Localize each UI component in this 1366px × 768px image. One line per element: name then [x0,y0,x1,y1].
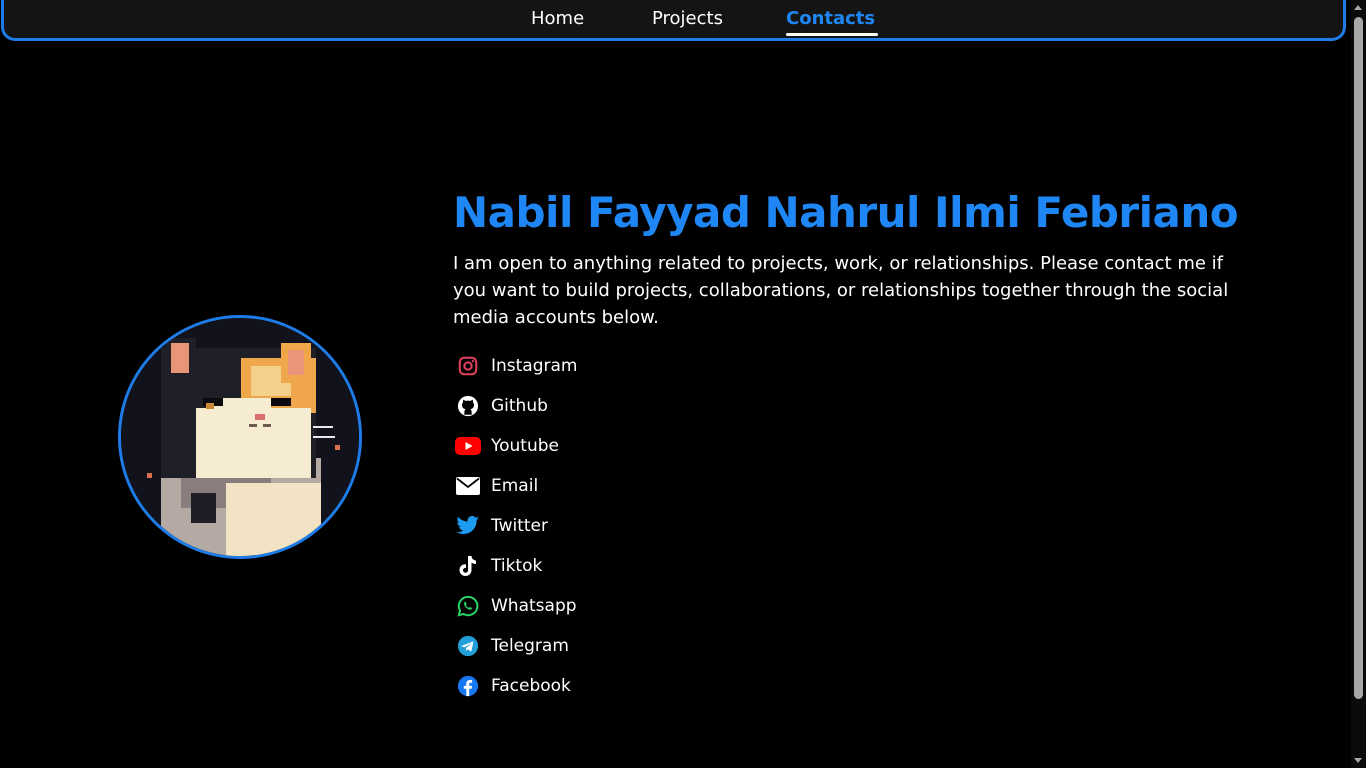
contact-label: Youtube [491,436,559,456]
profile-intro-text: I am open to anything related to project… [453,253,1229,328]
email-icon [453,474,483,498]
contact-label: Facebook [491,676,571,696]
contact-label: Whatsapp [491,596,577,616]
scroll-up-arrow-icon[interactable] [1354,5,1362,10]
contact-label: Github [491,396,548,416]
scroll-down-arrow-icon[interactable] [1354,758,1362,763]
profile-name: Nabil Fayyad Nahrul Ilmi Febriano [453,188,1239,237]
contact-label: Email [491,476,539,496]
contact-whatsapp-link[interactable]: Whatsapp [453,586,578,626]
contact-telegram-link[interactable]: Telegram [453,626,578,666]
nav-contacts-link[interactable]: Contacts [786,8,875,29]
contact-github-link[interactable]: Github [453,386,578,426]
contact-label: Tiktok [491,556,543,576]
contact-label: Telegram [491,636,569,656]
profile-avatar [118,315,362,559]
navbar: Home Projects Contacts [1,0,1346,41]
contact-youtube-link[interactable]: Youtube [453,426,578,466]
contact-label: Twitter [491,516,548,536]
contact-tiktok-link[interactable]: Tiktok [453,546,578,586]
github-icon [453,394,483,418]
contact-email-link[interactable]: Email [453,466,578,506]
facebook-icon [453,674,483,698]
nav-home-link[interactable]: Home [531,8,584,29]
contact-label: Instagram [491,356,578,376]
contact-instagram-link[interactable]: Instagram [453,346,578,386]
twitter-icon [453,514,483,538]
active-tab-underline [786,33,878,36]
contact-twitter-link[interactable]: Twitter [453,506,578,546]
scrollbar-thumb[interactable] [1354,17,1363,699]
contact-facebook-link[interactable]: Facebook [453,666,578,706]
instagram-icon [453,354,483,378]
youtube-icon [453,434,483,458]
contact-list: Instagram Github Youtube Email Twitter T… [453,346,578,706]
nav-projects-link[interactable]: Projects [652,8,723,29]
whatsapp-icon [453,594,483,618]
vertical-scrollbar[interactable] [1351,0,1366,768]
telegram-icon [453,634,483,658]
tiktok-icon [453,554,483,578]
